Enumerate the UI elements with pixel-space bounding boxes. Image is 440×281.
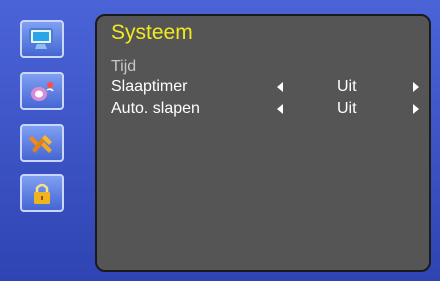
sidebar-item-setup[interactable] (20, 124, 64, 162)
menu-row-label: Slaaptimer (111, 78, 188, 95)
menu-row-auto-slapen[interactable]: Auto. slapen Uit (111, 100, 423, 120)
tools-icon (29, 135, 52, 153)
sidebar-item-lock[interactable] (20, 174, 64, 212)
sidebar (14, 20, 86, 270)
arrow-left-icon[interactable] (277, 104, 283, 114)
arrow-right-icon[interactable] (413, 104, 419, 114)
menu-row-slaaptimer[interactable]: Slaaptimer Uit (111, 78, 423, 98)
lock-icon (34, 183, 50, 204)
menu-row-label: Tijd (111, 58, 137, 75)
monitor-icon (29, 28, 53, 49)
speaker-icon (31, 82, 54, 101)
sidebar-item-sound[interactable] (20, 72, 64, 110)
menu-row-value: Uit (337, 100, 357, 117)
system-menu-panel: Systeem Tijd Slaaptimer Uit Auto. slapen… (95, 14, 431, 272)
sidebar-item-picture[interactable] (20, 20, 64, 58)
arrow-right-icon[interactable] (413, 82, 419, 92)
menu-row-value: Uit (337, 78, 357, 95)
menu-title: Systeem (111, 21, 193, 44)
arrow-left-icon[interactable] (277, 82, 283, 92)
menu-row-tijd[interactable]: Tijd (111, 58, 423, 78)
menu-row-label: Auto. slapen (111, 100, 200, 117)
